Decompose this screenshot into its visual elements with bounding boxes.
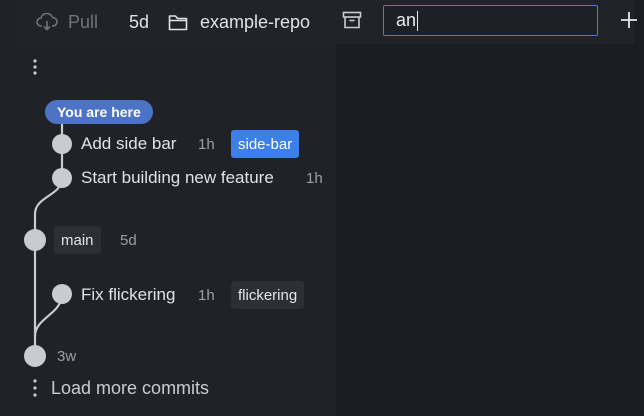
text-caret bbox=[417, 10, 419, 31]
branch-tag-main[interactable]: main bbox=[54, 226, 101, 254]
you-are-here-badge: You are here bbox=[45, 100, 153, 124]
branch-tag-side-bar[interactable]: side-bar bbox=[231, 130, 300, 158]
commit-node[interactable] bbox=[52, 134, 72, 154]
ellipsis-dot bbox=[33, 59, 37, 63]
commit-time: 1h bbox=[198, 136, 215, 153]
commit-message[interactable]: Fix flickering bbox=[81, 285, 175, 305]
ellipsis-dot bbox=[33, 71, 37, 75]
commit-message[interactable]: Start building new feature bbox=[81, 168, 274, 188]
commit-message[interactable]: Add side bar bbox=[81, 134, 176, 154]
commit-time: 1h bbox=[306, 170, 323, 187]
search-input[interactable]: an bbox=[383, 5, 598, 36]
ellipsis-dot bbox=[33, 386, 37, 390]
commit-time: 3w bbox=[57, 348, 77, 365]
search-value: an bbox=[396, 10, 417, 30]
ellipsis-dot bbox=[33, 379, 37, 383]
ellipsis-dot bbox=[33, 65, 37, 69]
branch-tag-flickering[interactable]: flickering bbox=[231, 281, 305, 309]
add-button[interactable] bbox=[614, 0, 644, 44]
ellipsis-dot bbox=[33, 393, 37, 397]
load-more-commits-button[interactable]: Load more commits bbox=[51, 378, 209, 399]
commit-node[interactable] bbox=[52, 284, 72, 304]
commit-node[interactable] bbox=[24, 345, 46, 367]
plus-icon bbox=[620, 11, 638, 34]
commit-graph bbox=[24, 59, 72, 397]
archive-button[interactable] bbox=[342, 0, 362, 44]
commit-time: 1h bbox=[198, 287, 215, 304]
commit-node[interactable] bbox=[52, 168, 72, 188]
commit-time: 5d bbox=[120, 232, 137, 249]
commit-node[interactable] bbox=[24, 229, 46, 251]
archive-icon bbox=[342, 11, 362, 34]
details-panel bbox=[336, 0, 644, 416]
